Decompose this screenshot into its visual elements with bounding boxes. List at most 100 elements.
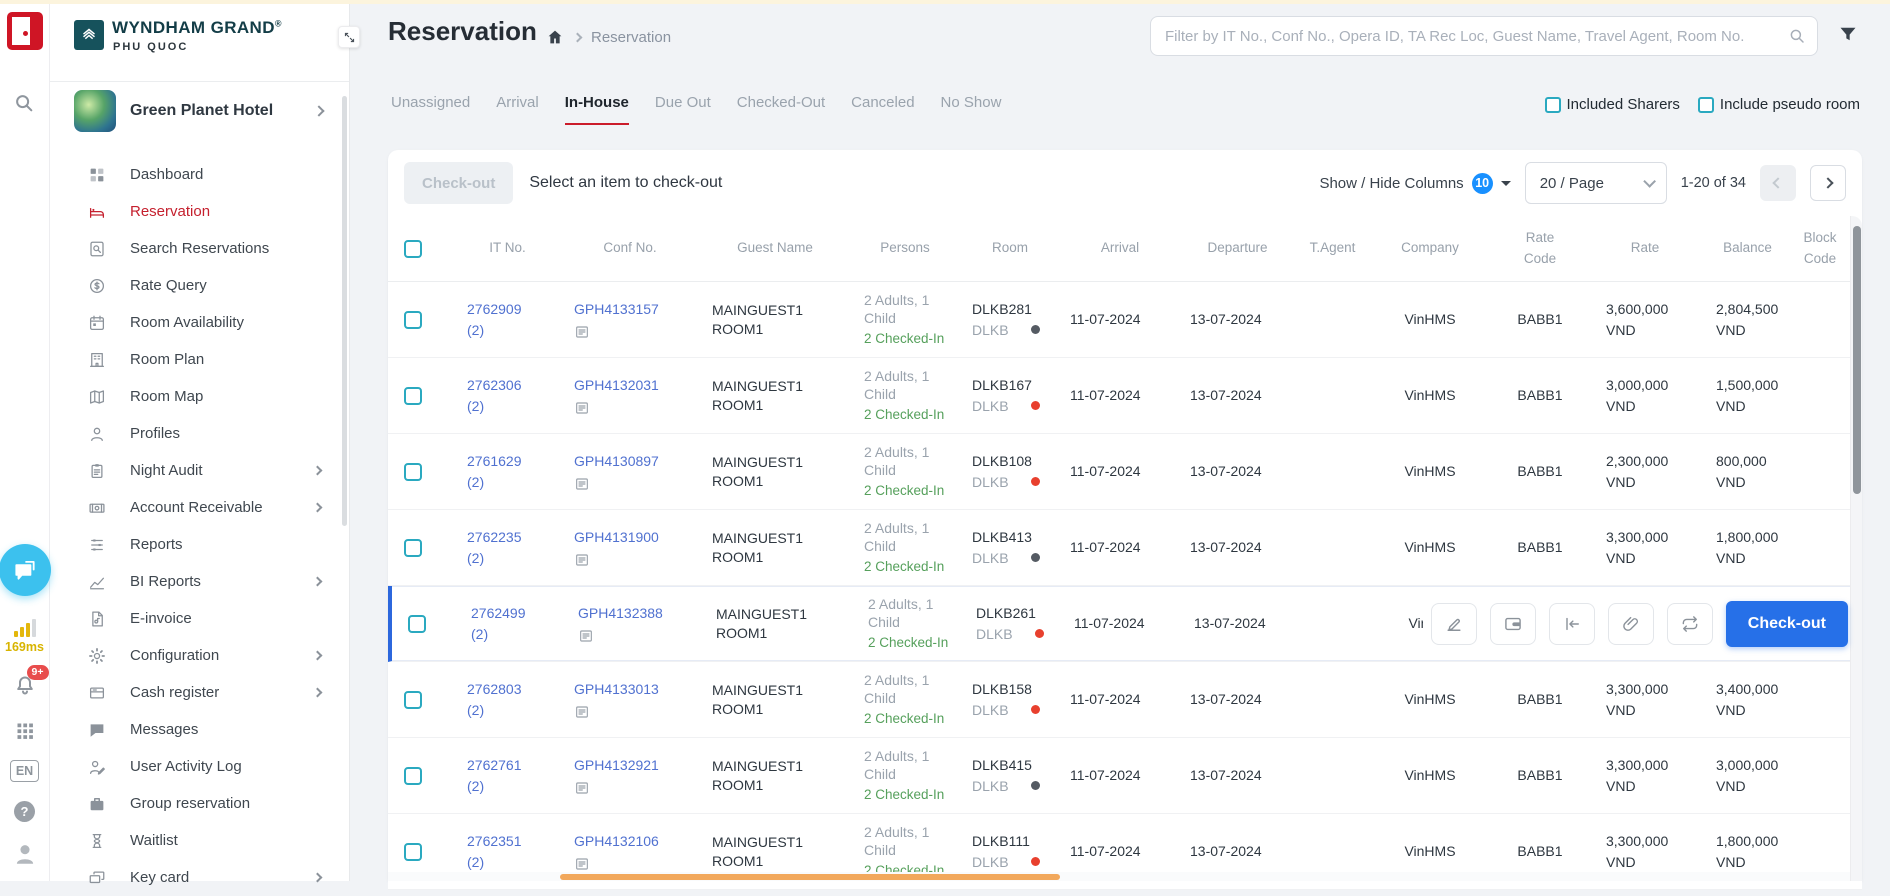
tab-canceled[interactable]: Canceled <box>851 94 914 125</box>
row-checkbox[interactable] <box>404 691 422 709</box>
row-checkbox[interactable] <box>404 539 422 557</box>
note-icon[interactable] <box>574 552 590 568</box>
note-icon[interactable] <box>574 400 590 416</box>
note-icon[interactable] <box>574 780 590 796</box>
sidebar-scrollbar[interactable] <box>342 96 347 526</box>
row-checkbox[interactable] <box>404 463 422 481</box>
vertical-scrollbar-thumb[interactable] <box>1853 226 1861 494</box>
reservation-row[interactable]: 2762909(2)GPH4133157MAINGUEST1 ROOM12 Ad… <box>388 282 1862 358</box>
included-sharers-option[interactable]: Included Sharers <box>1545 96 1680 113</box>
apps-grid-icon[interactable] <box>15 721 35 741</box>
conf-no-link[interactable]: GPH4132031 <box>574 375 700 395</box>
sidebar-item-bi-reports[interactable]: BI Reports <box>50 563 349 600</box>
note-icon[interactable] <box>574 704 590 720</box>
it-no-link[interactable]: 2762499 <box>471 603 564 623</box>
sidebar-item-account-receivable[interactable]: Account Receivable <box>50 489 349 526</box>
row-checkbox[interactable] <box>404 311 422 329</box>
row-checkbox[interactable] <box>408 615 426 633</box>
tab-in-house[interactable]: In-House <box>565 94 629 125</box>
conf-no-link[interactable]: GPH4132921 <box>574 755 700 775</box>
note-icon[interactable] <box>574 476 590 492</box>
sidebar-item-reservation[interactable]: Reservation <box>50 193 349 230</box>
sidebar-item-configuration[interactable]: Configuration <box>50 637 349 674</box>
sidebar-item-cash-register[interactable]: Cash register <box>50 674 349 711</box>
conf-no-link[interactable]: GPH4130897 <box>574 451 700 471</box>
include-pseudo-room-option[interactable]: Include pseudo room <box>1698 96 1860 113</box>
it-no-link[interactable]: 2762761 <box>467 755 560 775</box>
tab-unassigned[interactable]: Unassigned <box>391 94 470 125</box>
it-no-link[interactable]: 2762235 <box>467 527 560 547</box>
sidebar-item-user-activity-log[interactable]: User Activity Log <box>50 748 349 785</box>
sidebar-item-messages[interactable]: Messages <box>50 711 349 748</box>
reservation-row[interactable]: 2762235(2)GPH4131900MAINGUEST1 ROOM12 Ad… <box>388 510 1862 586</box>
it-no-link[interactable]: 2762306 <box>467 375 560 395</box>
attachment-action-button[interactable] <box>1608 603 1654 645</box>
it-no-link[interactable]: 2762803 <box>467 679 560 699</box>
sidebar-item-dashboard[interactable]: Dashboard <box>50 156 349 193</box>
sidebar-item-e-invoice[interactable]: E-invoice <box>50 600 349 637</box>
check-in-action-button[interactable] <box>1549 603 1595 645</box>
chat-bubble-button[interactable] <box>0 544 51 596</box>
vertical-scrollbar[interactable] <box>1850 216 1862 881</box>
included-sharers-checkbox[interactable] <box>1545 97 1561 113</box>
conf-no-link[interactable]: GPH4132106 <box>574 831 700 851</box>
sidebar-item-group-reservation[interactable]: Group reservation <box>50 785 349 822</box>
tab-no-show[interactable]: No Show <box>941 94 1002 125</box>
tab-due-out[interactable]: Due Out <box>655 94 711 125</box>
signature-action-button[interactable] <box>1431 603 1477 645</box>
wallet-action-button[interactable] <box>1490 603 1536 645</box>
page-size-select[interactable]: 20 / Page <box>1525 162 1667 204</box>
previous-page-button[interactable] <box>1760 165 1796 201</box>
select-all-checkbox[interactable] <box>404 240 422 258</box>
row-checkbox[interactable] <box>404 843 422 861</box>
note-icon[interactable] <box>574 324 590 340</box>
sidebar-item-reports[interactable]: Reports <box>50 526 349 563</box>
user-avatar[interactable] <box>12 841 38 867</box>
filter-search-input[interactable] <box>1150 16 1818 56</box>
global-search-icon[interactable] <box>13 92 35 114</box>
sidebar-item-search-reservations[interactable]: Search Reservations <box>50 230 349 267</box>
row-checkbox[interactable] <box>404 387 422 405</box>
reservation-row[interactable]: 2761629(2)GPH4130897MAINGUEST1 ROOM12 Ad… <box>388 434 1862 510</box>
sidebar-collapse-button[interactable] <box>338 26 360 48</box>
sidebar-item-room-plan[interactable]: Room Plan <box>50 341 349 378</box>
sidebar-item-night-audit[interactable]: Night Audit <box>50 452 349 489</box>
help-button[interactable]: ? <box>14 801 35 822</box>
horizontal-scrollbar[interactable] <box>388 872 1850 881</box>
include-pseudo-room-checkbox[interactable] <box>1698 97 1714 113</box>
it-no-link[interactable]: 2761629 <box>467 451 560 471</box>
home-icon[interactable] <box>546 28 564 46</box>
show-hide-columns[interactable]: Show / Hide Columns 10 <box>1319 173 1510 194</box>
tab-arrival[interactable]: Arrival <box>496 94 539 125</box>
tab-checked-out[interactable]: Checked-Out <box>737 94 825 125</box>
conf-no-link[interactable]: GPH4133013 <box>574 679 700 699</box>
note-icon[interactable] <box>578 628 594 644</box>
next-page-button[interactable] <box>1810 165 1846 201</box>
reservation-row[interactable]: 2762306(2)GPH4132031MAINGUEST1 ROOM12 Ad… <box>388 358 1862 434</box>
row-checkbox[interactable] <box>404 767 422 785</box>
sidebar-item-key-card[interactable]: Key card <box>50 859 349 896</box>
conf-no-link[interactable]: GPH4132388 <box>578 603 704 623</box>
sidebar-item-waitlist[interactable]: Waitlist <box>50 822 349 859</box>
conf-no-link[interactable]: GPH4133157 <box>574 299 700 319</box>
sidebar-item-rate-query[interactable]: Rate Query <box>50 267 349 304</box>
note-icon[interactable] <box>574 856 590 872</box>
filter-funnel-icon[interactable] <box>1838 24 1858 44</box>
reservation-row[interactable]: 2762761(2)GPH4132921MAINGUEST1 ROOM12 Ad… <box>388 738 1862 814</box>
language-switcher[interactable]: EN <box>10 760 39 782</box>
conf-no-link[interactable]: GPH4131900 <box>574 527 700 547</box>
checkout-button-disabled[interactable]: Check-out <box>404 162 513 204</box>
search-icon[interactable] <box>1788 27 1806 45</box>
it-no-link[interactable]: 2762909 <box>467 299 560 319</box>
horizontal-scrollbar-thumb[interactable] <box>560 874 1060 880</box>
reservation-row[interactable]: 2762499(2)GPH4132388MAINGUEST1 ROOM12 Ad… <box>388 586 1862 662</box>
sidebar-item-room-map[interactable]: Room Map <box>50 378 349 415</box>
checkout-button[interactable]: Check-out <box>1726 601 1848 647</box>
notifications-button[interactable]: 9+ <box>13 673 37 702</box>
sidebar-item-profiles[interactable]: Profiles <box>50 415 349 452</box>
reservation-row[interactable]: 2762803(2)GPH4133013MAINGUEST1 ROOM12 Ad… <box>388 662 1862 738</box>
hotel-selector[interactable]: Green Planet Hotel <box>50 82 349 140</box>
transfer-action-button[interactable] <box>1667 603 1713 645</box>
sidebar-item-room-availability[interactable]: Room Availability <box>50 304 349 341</box>
it-no-link[interactable]: 2762351 <box>467 831 560 851</box>
